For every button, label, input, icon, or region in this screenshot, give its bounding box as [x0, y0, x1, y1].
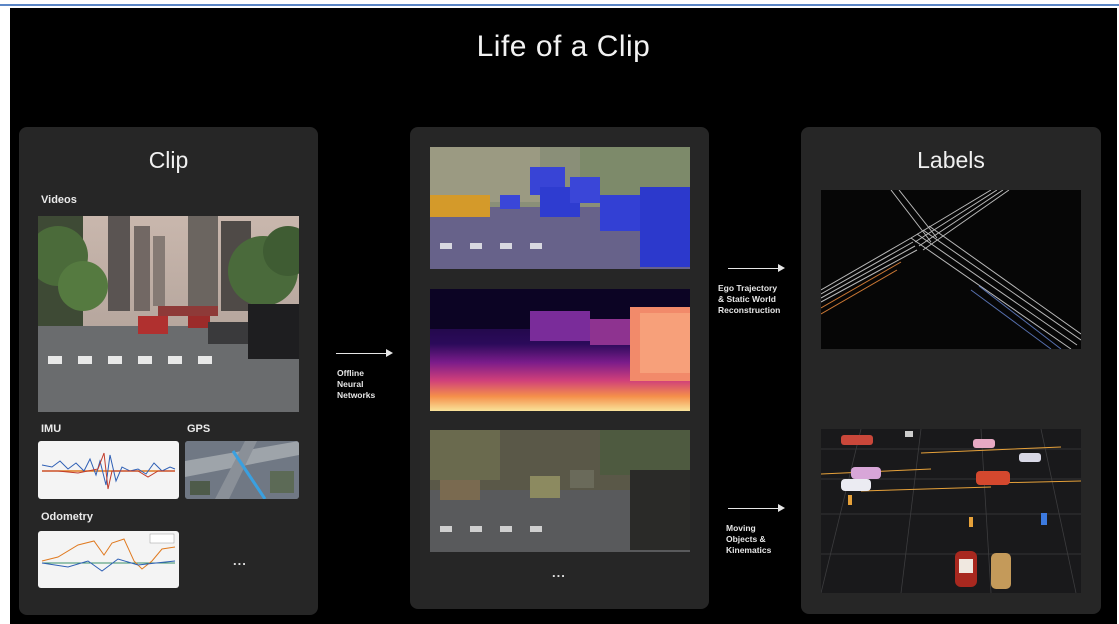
imu-label: IMU [41, 423, 62, 435]
offline-nn-label: Offline Neural Networks [337, 368, 376, 400]
moving-objects-arrow [728, 504, 785, 512]
slide: Life of a Clip Clip Videos IMU GPS Odome… [10, 8, 1117, 624]
street-scene-image [38, 216, 299, 412]
video-thumbnail [38, 216, 299, 412]
clip-panel: Clip Videos IMU GPS Odometry ... [19, 127, 318, 615]
ego-trajectory-arrow [728, 264, 785, 272]
trajectory-lines-image [821, 190, 1081, 349]
gps-label: GPS [187, 423, 211, 435]
depth-image [430, 289, 690, 411]
static-world-reconstruction [821, 190, 1081, 349]
odometry-chart [38, 531, 179, 588]
imu-signal-plot [41, 452, 176, 490]
segmentation-image [430, 147, 690, 269]
segmentation-output [430, 147, 690, 269]
feature-output [430, 430, 690, 552]
top-border [0, 0, 1119, 6]
imu-chart [38, 441, 179, 499]
clip-more-indicator: ... [233, 553, 247, 568]
clip-panel-title: Clip [148, 147, 189, 173]
ego-trajectory-label: Ego Trajectory & Static World Reconstruc… [718, 283, 781, 315]
videos-label: Videos [41, 194, 77, 206]
object-detections-image [821, 429, 1081, 593]
offline-nn-arrow [336, 349, 393, 357]
depth-output [430, 289, 690, 411]
gps-map [185, 441, 299, 499]
odometry-label: Odometry [41, 511, 93, 523]
odometry-signal-plot [41, 533, 176, 572]
network-outputs-panel: ... [410, 127, 709, 609]
labels-panel-title: Labels [917, 147, 985, 173]
gps-map-image [185, 441, 299, 499]
labels-panel: Labels [801, 127, 1101, 614]
slide-title: Life of a Clip [476, 30, 651, 63]
moving-objects-scene [821, 429, 1081, 593]
moving-objects-label: Moving Objects & Kinematics [726, 523, 772, 555]
outputs-more-indicator: ... [552, 565, 566, 580]
feature-image [430, 430, 690, 552]
